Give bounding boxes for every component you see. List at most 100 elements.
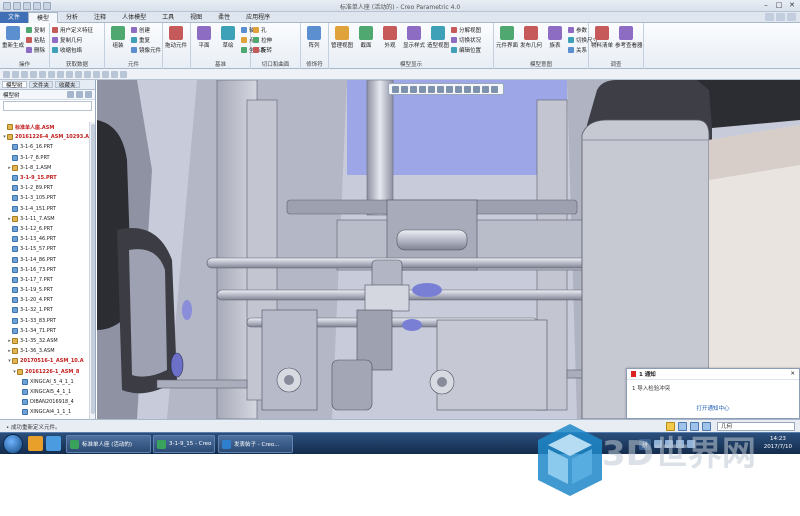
minimize-button[interactable]: – — [760, 1, 772, 10]
ribbon-small-button-1-0[interactable]: 用户定义特征 — [52, 26, 93, 34]
toolbar-icon-3[interactable] — [30, 71, 37, 78]
toolbar-icon-12[interactable] — [111, 71, 118, 78]
quick-launch-icon-2[interactable] — [46, 436, 61, 451]
tab-model-tree[interactable]: 模型树 — [2, 81, 27, 89]
tree-item[interactable]: XINGCAI_5_4_1_1 — [0, 377, 90, 387]
tree-item[interactable]: 3-1-3_105.PRT — [0, 193, 90, 203]
ribbon-button-7-2[interactable]: 外观 — [379, 26, 401, 49]
tree-item[interactable]: 3-1-7_8.PRT — [0, 153, 90, 163]
datum-display-icon[interactable] — [464, 86, 471, 93]
ribbon-button-7-4[interactable]: 造型视图 — [427, 26, 449, 49]
tree-item[interactable]: XINGCAI4_1_1_1 — [0, 407, 90, 417]
perspective-icon[interactable] — [455, 86, 462, 93]
tree-item[interactable]: ▾ 20161226-4_ASM_10293.A — [0, 132, 90, 142]
tab-favorites[interactable]: 收藏夹 — [55, 81, 80, 89]
help-icon[interactable] — [776, 13, 785, 21]
close-button[interactable]: ✕ — [786, 1, 798, 10]
tree-search-input[interactable] — [3, 101, 92, 111]
ribbon-small-button-2-0[interactable]: 创建 — [131, 26, 150, 34]
tree-item[interactable]: 3-1-9_15.PRT — [0, 173, 90, 183]
tree-settings-icon[interactable] — [67, 91, 74, 98]
tree-item[interactable]: 标准单人座.ASM — [0, 122, 90, 132]
toolbar-icon-5[interactable] — [48, 71, 55, 78]
zoom-out-icon[interactable] — [410, 86, 417, 93]
tree-item[interactable]: 3-1-34_71.PRT — [0, 326, 90, 336]
tree-scrollbar-thumb[interactable] — [91, 124, 95, 414]
ribbon-small-button-5-1[interactable]: 拉伸 — [253, 36, 272, 44]
tab-8[interactable]: 应用程序 — [238, 12, 278, 23]
ribbon-button-0-0[interactable]: 重新生成 — [2, 26, 24, 49]
tree-item[interactable]: 3-1-19_5.PRT — [0, 285, 90, 295]
toolbar-icon-9[interactable] — [84, 71, 91, 78]
tree-item[interactable]: 3-1-16_73.PRT — [0, 265, 90, 275]
toolbar-icon-1[interactable] — [12, 71, 19, 78]
ribbon-small-button-1-2[interactable]: 收缩包络 — [52, 46, 82, 54]
ribbon-small-button-0-0[interactable]: 复制 — [26, 26, 45, 34]
tree-item[interactable]: ▸ 3-1-35_32.ASM — [0, 336, 90, 346]
ribbon-small-button-2-2[interactable]: 镜像元件 — [131, 46, 161, 54]
zoom-in-icon[interactable] — [401, 86, 408, 93]
toolbar-icon-4[interactable] — [39, 71, 46, 78]
tree-item[interactable]: ▸ 3-1-8_1.ASM — [0, 163, 90, 173]
section-icon[interactable] — [491, 86, 498, 93]
ribbon-button-8-1[interactable]: 发布几何 — [520, 26, 542, 49]
tree-item[interactable]: ▸ 3-1-11_7.ASM — [0, 214, 90, 224]
toolbar-icon-6[interactable] — [57, 71, 64, 78]
ribbon-small-button-7-2[interactable]: 编辑位置 — [451, 46, 481, 54]
ribbon-small-button-8-0[interactable]: 参数 — [568, 26, 587, 34]
toolbar-icon-10[interactable] — [93, 71, 100, 78]
ribbon-small-button-5-2[interactable]: 旋转 — [253, 46, 272, 54]
ribbon-small-button-0-1[interactable]: 粘贴 — [26, 36, 45, 44]
tab-5[interactable]: 工具 — [154, 12, 182, 23]
spin-center-icon[interactable] — [482, 86, 489, 93]
ribbon-button-6-0[interactable]: 阵列 — [303, 26, 325, 49]
toolbar-icon-11[interactable] — [102, 71, 109, 78]
tree-item[interactable]: 3-1-14_86.PRT — [0, 254, 90, 264]
ribbon-button-8-2[interactable]: 族表 — [544, 26, 566, 49]
ribbon-button-2-0[interactable]: 组装 — [107, 26, 129, 49]
tree-item[interactable]: 3-1-12_6.PRT — [0, 224, 90, 234]
notification-close-button[interactable]: ✕ — [790, 371, 795, 377]
saved-orientations-icon[interactable] — [437, 86, 444, 93]
ribbon-small-button-0-2[interactable]: 删除 — [26, 46, 45, 54]
ribbon-small-button-5-0[interactable]: 孔 — [253, 26, 267, 34]
tree-item[interactable]: ▾ 20161226-1_ASM_8 — [0, 367, 90, 377]
quick-launch-icon-1[interactable] — [28, 436, 43, 451]
maximize-button[interactable]: □ — [773, 1, 785, 10]
tree-columns-icon[interactable] — [85, 91, 92, 98]
tree-filter-icon[interactable] — [76, 91, 83, 98]
taskbar-item-creo-part[interactable]: 3-1-9_15 - Creo — [153, 435, 215, 453]
taskbar-item-creo-main[interactable]: 标准单人座 (活动的) — [66, 435, 151, 453]
tree-item[interactable]: ▾ 20170516-1_ASM_10.A — [0, 356, 90, 366]
tab-4[interactable]: 人体模型 — [114, 12, 154, 23]
tree-item[interactable]: 3-1-13_46.PRT — [0, 234, 90, 244]
tree-item[interactable]: 3-1-4_151.PRT — [0, 204, 90, 214]
tree-item[interactable]: XINGCAI5_4_1_1 — [0, 387, 90, 397]
tree-item[interactable]: 3-1-15_57.PRT — [0, 244, 90, 254]
ribbon-small-button-1-1[interactable]: 复制几何 — [52, 36, 82, 44]
toolbar-icon-2[interactable] — [21, 71, 28, 78]
start-button[interactable] — [3, 434, 23, 454]
display-style-icon[interactable] — [428, 86, 435, 93]
ribbon-button-4-1[interactable]: 草绘 — [217, 26, 239, 49]
ribbon-button-7-1[interactable]: 截面 — [355, 26, 377, 49]
ribbon-button-3-0[interactable]: 拖动元件 — [165, 26, 187, 49]
ribbon-button-9-0[interactable]: 物料清单 — [591, 26, 613, 49]
tab-folder[interactable]: 文件夹 — [28, 81, 54, 89]
tree-item[interactable]: 3-1-17_7.PRT — [0, 275, 90, 285]
ribbon-small-button-7-0[interactable]: 分解视图 — [451, 26, 481, 34]
tab-7[interactable]: 柔性 — [210, 12, 238, 23]
tree-item[interactable]: 3-1-33_83.PRT — [0, 316, 90, 326]
tab-1[interactable]: 模型 — [28, 12, 59, 23]
tab-2[interactable]: 分析 — [58, 12, 86, 23]
open-notification-center-link[interactable]: 打开通知中心 — [627, 404, 799, 412]
repaint-icon[interactable] — [419, 86, 426, 93]
minimize-ribbon-icon[interactable] — [765, 13, 774, 21]
search-icon[interactable] — [787, 13, 796, 21]
ribbon-small-button-2-1[interactable]: 重复 — [131, 36, 150, 44]
tree-item[interactable]: 3-1-32_1.PRT — [0, 305, 90, 315]
tree-item[interactable]: 3-1-2_89.PRT — [0, 183, 90, 193]
ribbon-button-7-0[interactable]: 管理视图 — [331, 26, 353, 49]
toolbar-icon-7[interactable] — [66, 71, 73, 78]
ribbon-small-button-8-2[interactable]: 关系 — [568, 46, 587, 54]
